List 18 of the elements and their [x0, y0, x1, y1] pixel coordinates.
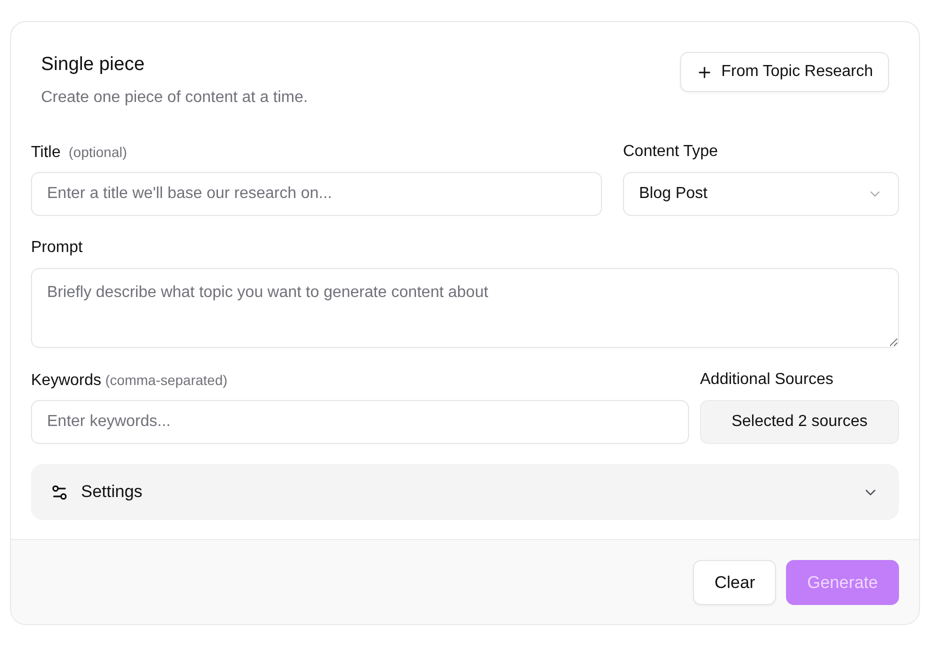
field-label: Content Type [623, 142, 718, 162]
field-label: Prompt [31, 238, 83, 258]
card-subtitle: Create one piece of content at a time. [41, 88, 308, 108]
keywords-input[interactable]: Enter keywords... [31, 400, 689, 444]
settings-icon [50, 482, 69, 502]
field-label: Keywords [31, 371, 102, 391]
field-label: Title [31, 143, 61, 163]
field-hint: (comma-separated) [105, 371, 228, 390]
sources-button[interactable]: Selected 2 sources [700, 400, 899, 444]
from-topic-research-button[interactable]: From Topic Research [680, 52, 889, 92]
content-type-select[interactable]: Blog Post [623, 172, 899, 216]
field-hint: (optional) [68, 143, 128, 162]
clear-button[interactable]: Clear [693, 560, 776, 605]
title-input[interactable]: Enter a title we'll base our research on... [31, 172, 602, 216]
prompt-textarea[interactable]: Briefly describe what topic you want to generate content about [31, 268, 899, 348]
card-title: Single piece [41, 53, 146, 77]
field-label: Additional Sources [700, 370, 834, 390]
settings-accordion[interactable]: Settings [31, 464, 899, 520]
